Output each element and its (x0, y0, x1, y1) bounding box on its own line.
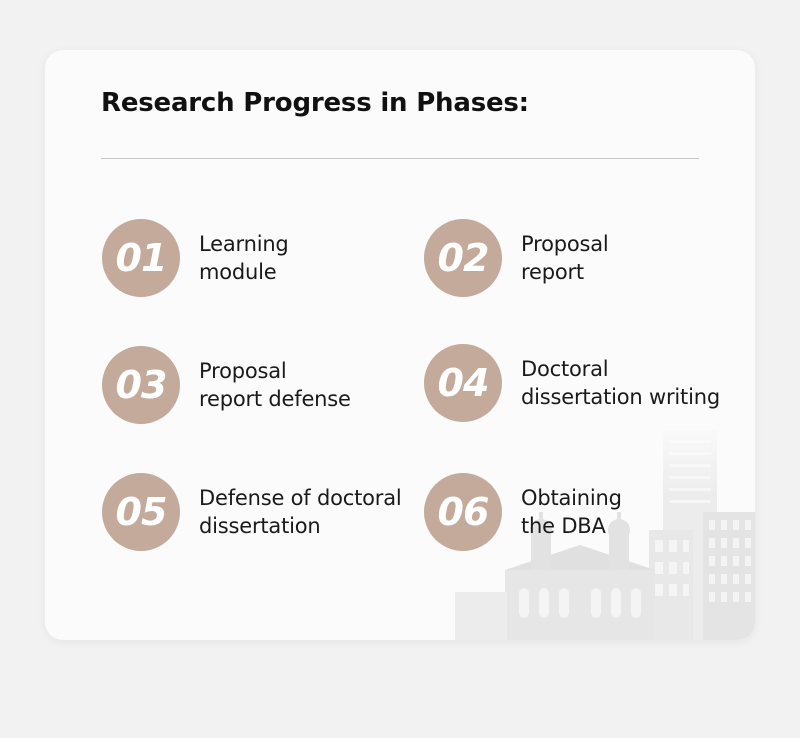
phase-label-line: dissertation writing (521, 385, 720, 409)
phase-label-line: report defense (199, 387, 351, 411)
phase-label: Proposal report defense (199, 357, 351, 413)
phase-number: 03 (115, 363, 168, 407)
phase-number: 02 (437, 236, 490, 280)
phase-number-badge: 06 (424, 473, 502, 551)
phase-label: Doctoral dissertation writing (521, 355, 720, 411)
phase-number: 06 (437, 490, 490, 534)
phase-number-badge: 04 (424, 344, 502, 422)
phase-item-03: 03 Proposal report defense (102, 346, 351, 424)
page-title: Research Progress in Phases: (101, 88, 529, 118)
phase-label-line: the DBA (521, 514, 606, 538)
phase-item-02: 02 Proposal report (424, 219, 609, 297)
phase-item-04: 04 Doctoral dissertation writing (424, 344, 720, 422)
phase-label-line: Learning (199, 232, 289, 256)
phase-label-line: dissertation (199, 514, 321, 538)
phase-number: 01 (115, 236, 168, 280)
phase-number-badge: 01 (102, 219, 180, 297)
phase-number: 05 (115, 490, 168, 534)
phase-label-line: Defense of doctoral (199, 486, 402, 510)
phase-label-line: Proposal (521, 232, 609, 256)
phase-item-05: 05 Defense of doctoral dissertation (102, 473, 402, 551)
phase-number-badge: 03 (102, 346, 180, 424)
phase-number: 04 (437, 361, 490, 405)
phase-label: Obtaining the DBA (521, 484, 622, 540)
phase-item-06: 06 Obtaining the DBA (424, 473, 622, 551)
phase-label-line: Obtaining (521, 486, 622, 510)
phase-label: Proposal report (521, 230, 609, 286)
phase-label-line: module (199, 260, 277, 284)
phase-label-line: Doctoral (521, 357, 609, 381)
phase-item-01: 01 Learning module (102, 219, 289, 297)
title-divider (101, 158, 699, 159)
phase-label: Defense of doctoral dissertation (199, 484, 402, 540)
phase-label-line: Proposal (199, 359, 287, 383)
phase-label-line: report (521, 260, 584, 284)
phase-number-badge: 05 (102, 473, 180, 551)
phase-number-badge: 02 (424, 219, 502, 297)
phase-label: Learning module (199, 230, 289, 286)
